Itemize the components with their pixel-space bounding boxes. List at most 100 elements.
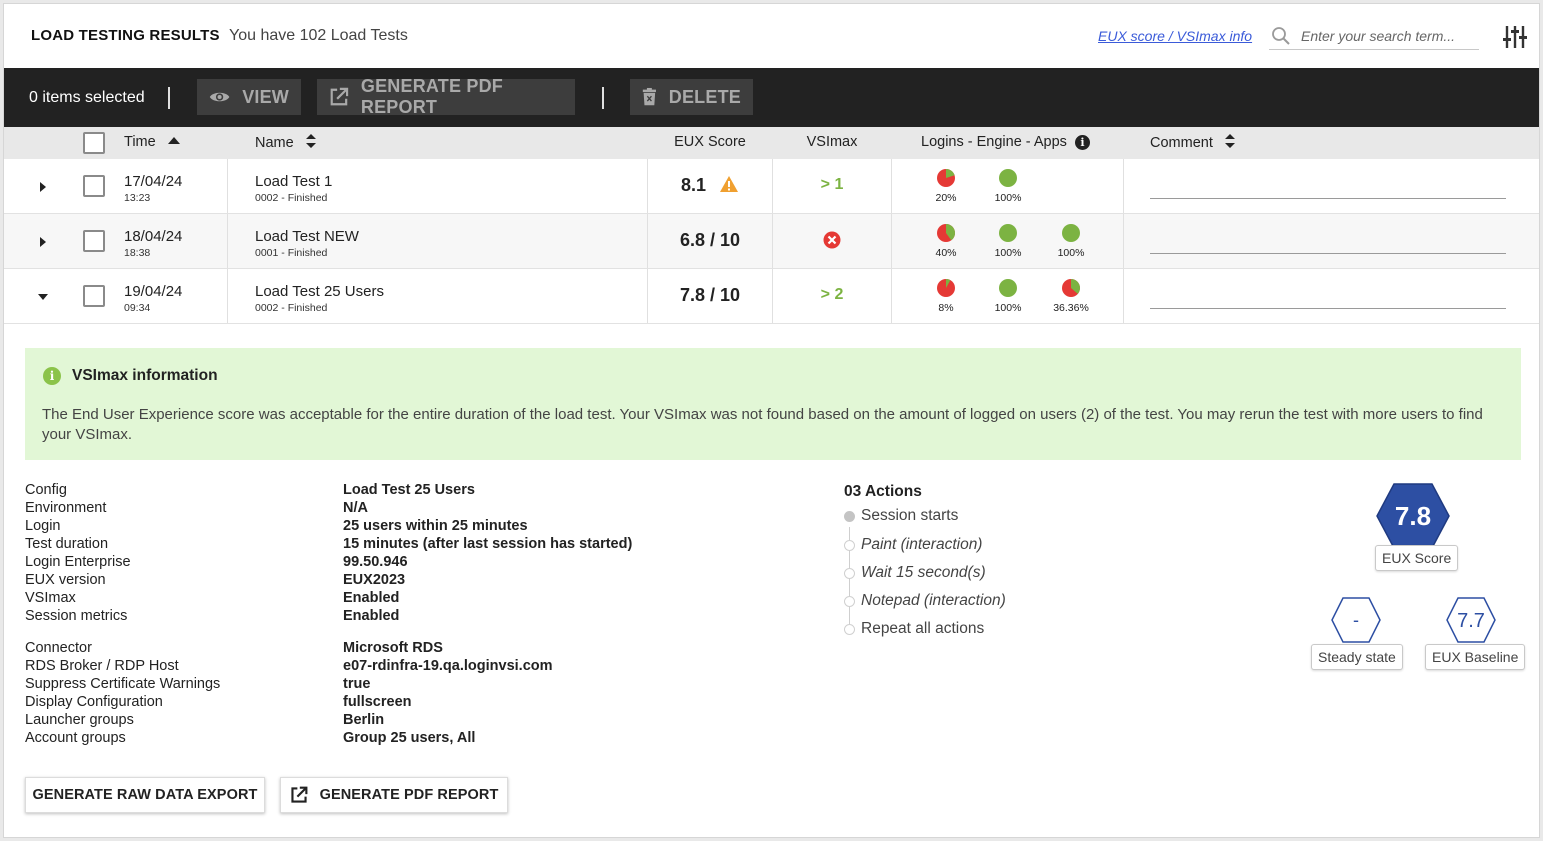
pie-label: 100% [1057, 247, 1085, 259]
detail-key: Display Configuration [25, 694, 163, 710]
progress-pie: 100% [1058, 223, 1084, 259]
action-label: Repeat all actions [861, 620, 985, 637]
pie-icon [937, 169, 955, 187]
column-vsimax: VSImax [806, 134, 858, 150]
detail-value: Group 25 users, All [343, 730, 476, 746]
detail-key: VSImax [25, 590, 76, 606]
pie-label: 8% [938, 302, 954, 314]
search-input[interactable] [1301, 25, 1476, 47]
eux-info-link[interactable]: EUX score / VSImax info [1098, 28, 1252, 44]
table-row[interactable]: 17/04/24 13:23 Load Test 1 0002 - Finish… [4, 159, 1539, 214]
progress-pie: 8% [935, 278, 957, 314]
trash-icon [642, 87, 656, 106]
eye-icon [209, 92, 230, 102]
row-comment-field[interactable] [1150, 308, 1506, 309]
generate-pdf-button[interactable]: GENERATE PDF REPORT [317, 76, 575, 117]
detail-key: Account groups [25, 730, 126, 746]
page-title: LOAD TESTING RESULTS [31, 27, 220, 44]
toolbar-divider [168, 87, 170, 109]
row-time: 09:34 [124, 302, 151, 314]
generate-raw-data-export-button[interactable]: GENERATE RAW DATA EXPORT [25, 777, 265, 813]
generate-pdf-report-button[interactable]: GENERATE PDF REPORT [280, 777, 508, 813]
view-button[interactable]: VIEW [197, 79, 301, 115]
action-dot [844, 596, 855, 607]
detail-key: Login Enterprise [25, 554, 131, 570]
sort-asc-icon [167, 137, 180, 144]
eux-score-value: 7.8 [1395, 501, 1431, 531]
pie-label: 100% [994, 247, 1022, 259]
external-link-icon [290, 786, 307, 803]
column-logins-engine-apps: Logins - Engine - Apps i [921, 134, 1090, 150]
detail-value: 25 users within 25 minutes [343, 518, 528, 534]
row-eux-score: 6.8 / 10 [679, 230, 741, 250]
eux-baseline-value: 7.7 [1457, 610, 1485, 632]
row-comment-field[interactable] [1150, 198, 1506, 199]
eux-score-badge: 7.8 [1375, 482, 1451, 550]
expand-caret-icon[interactable] [36, 180, 50, 194]
test-count: You have 102 Load Tests [229, 27, 408, 44]
toolbar-divider [602, 87, 604, 109]
table-row[interactable]: 19/04/24 09:34 Load Test 25 Users 0002 -… [4, 269, 1539, 324]
row-checkbox[interactable] [83, 230, 105, 252]
pie-icon [937, 224, 955, 242]
row-status: 0002 - Finished [255, 302, 328, 314]
pie-icon [1062, 224, 1080, 242]
pie-icon [999, 169, 1017, 187]
table-row[interactable]: 18/04/24 18:38 Load Test NEW 0001 - Fini… [4, 214, 1539, 269]
collapse-caret-icon[interactable] [36, 290, 50, 304]
column-comment[interactable]: Comment [1150, 134, 1235, 151]
info-icon[interactable]: i [1074, 135, 1090, 150]
row-date: 19/04/24 [124, 283, 183, 300]
column-divider [227, 269, 228, 323]
select-all-checkbox[interactable] [83, 132, 105, 154]
eux-baseline-badge: 7.7 [1445, 596, 1497, 644]
search-icon [1272, 27, 1290, 45]
pie-label: 40% [935, 247, 957, 259]
pdf-report-label: GENERATE PDF REPORT [319, 787, 499, 803]
column-divider [891, 159, 892, 213]
column-eux: EUX Score [674, 134, 746, 150]
detail-key: Login [25, 518, 61, 534]
pie-label: 20% [935, 192, 957, 204]
row-name: Load Test NEW [255, 228, 359, 245]
delete-label: DELETE [668, 86, 741, 107]
row-status: 0002 - Finished [255, 192, 328, 204]
row-checkbox[interactable] [83, 285, 105, 307]
steady-state-value: - [1353, 610, 1359, 630]
eux-score-label: EUX Score [1375, 545, 1459, 571]
pie-label: 100% [994, 192, 1022, 204]
row-comment-field[interactable] [1150, 253, 1506, 254]
delete-button[interactable]: DELETE [630, 79, 753, 115]
detail-key: Config [25, 482, 67, 498]
detail-key: Session metrics [25, 608, 128, 624]
raw-export-label: GENERATE RAW DATA EXPORT [32, 787, 258, 803]
row-vsimax [772, 231, 892, 251]
column-divider [227, 159, 228, 213]
row-checkbox[interactable] [83, 175, 105, 197]
pie-icon [937, 279, 955, 297]
detail-key: Test duration [25, 536, 109, 552]
filter-settings-icon[interactable] [1501, 23, 1529, 51]
row-eux-score: 7.8 / 10 [679, 285, 741, 305]
expand-caret-icon[interactable] [36, 235, 50, 249]
progress-pie: 20% [935, 168, 957, 204]
action-dot [844, 540, 855, 551]
error-icon [823, 231, 841, 249]
pie-label: 100% [994, 302, 1022, 314]
action-label: Wait 15 second(s) [861, 564, 986, 581]
detail-value: Load Test 25 Users [343, 482, 475, 498]
pie-icon [999, 224, 1017, 242]
details-keys-2: Connector RDS Broker / RDP Host Suppress… [25, 639, 220, 747]
banner-title: VSImax information [72, 367, 218, 384]
detail-key: Connector [25, 640, 92, 656]
row-name: Load Test 25 Users [255, 283, 384, 300]
row-time: 13:23 [124, 192, 151, 204]
column-divider [1123, 214, 1124, 268]
actions-title: 03 Actions [844, 483, 922, 500]
detail-value: fullscreen [343, 694, 412, 710]
detail-value: Berlin [343, 712, 385, 728]
view-label: VIEW [242, 86, 289, 107]
column-name[interactable]: Name [255, 134, 316, 151]
column-time[interactable]: Time [124, 134, 180, 150]
column-divider [1123, 269, 1124, 323]
